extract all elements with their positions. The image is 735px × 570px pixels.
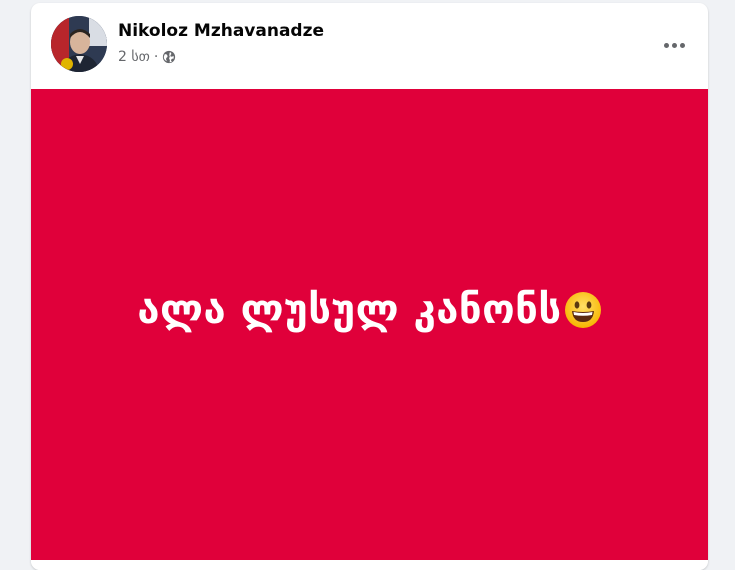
grinning-face-emoji-icon	[564, 291, 602, 329]
post-footer	[31, 560, 708, 570]
post-time[interactable]: 2 სთ	[118, 49, 150, 65]
more-options-button[interactable]	[656, 27, 692, 63]
post-image-text: ალა ლუსულ კანონს	[137, 286, 562, 333]
post-header: Nikoloz Mzhavanadze 2 სთ ·	[31, 3, 708, 89]
author-name[interactable]: Nikoloz Mzhavanadze	[118, 21, 324, 41]
post-card: Nikoloz Mzhavanadze 2 სთ · ალა ლუსულ კან…	[31, 3, 708, 570]
avatar-image	[51, 16, 107, 72]
globe-icon[interactable]	[162, 50, 176, 64]
meta-separator: ·	[153, 49, 159, 65]
more-horizontal-icon	[663, 42, 685, 48]
avatar[interactable]	[51, 16, 107, 72]
post-image-text-wrap: ალა ლუსულ კანონს	[137, 287, 601, 333]
post-meta: 2 სთ ·	[118, 49, 176, 65]
post-image[interactable]: ალა ლუსულ კანონს	[31, 89, 708, 560]
